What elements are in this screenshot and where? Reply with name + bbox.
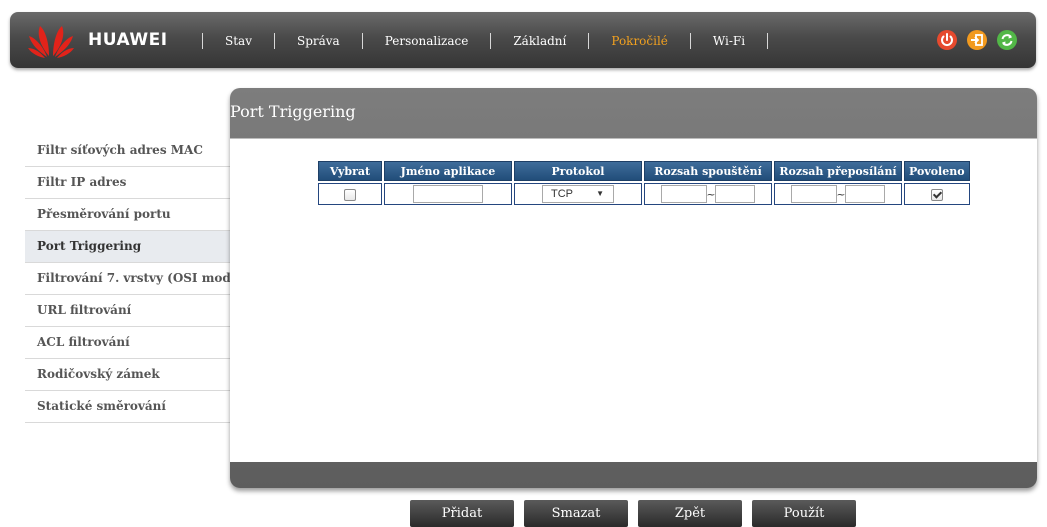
enabled-cell [904,183,970,205]
dropdown-arrow-icon: ▼ [596,189,604,198]
forward-end-input[interactable] [844,185,885,203]
sidebar-item-port-triggering[interactable]: Port Triggering [25,231,231,263]
sidebar-item-layer7-filter[interactable]: Filtrování 7. vrstvy (OSI modelu) [25,263,231,295]
top-bar: HUAWEI Stav Správa Personalizace Základn… [10,12,1036,68]
column-header-select: Vybrat [318,161,382,181]
sidebar-item-acl-filter[interactable]: ACL filtrování [25,327,231,359]
trigger-start-input[interactable] [661,185,708,203]
sidebar-item-parental-lock[interactable]: Rodičovský zámek [25,359,231,391]
app-name-input[interactable] [413,185,483,203]
power-icon[interactable] [936,29,958,51]
add-button[interactable]: Přidat [410,500,514,527]
nav-item-personalizace[interactable]: Personalizace [363,34,491,48]
protocol-cell: TCP ▼ [514,183,642,205]
back-button[interactable]: Zpět [638,500,742,527]
protocol-value: TCP [551,188,573,200]
main-panel: Port Triggering Vybrat Jméno aplikace Pr… [230,88,1037,488]
column-header-app-name: Jméno aplikace [384,161,512,181]
trigger-range-cell: ~ [644,183,772,205]
select-checkbox[interactable] [344,188,356,201]
nav-item-wifi[interactable]: Wi-Fi [691,34,767,48]
column-header-trigger-range: Rozsah spouštění [644,161,772,181]
delete-button[interactable]: Smazat [524,500,628,527]
nav-item-zakladni[interactable]: Základní [491,34,588,48]
table-row: TCP ▼ ~ ~ [318,183,970,205]
main-nav: Stav Správa Personalizace Základní Pokro… [202,32,769,50]
nav-item-sprava[interactable]: Správa [275,34,362,48]
top-icons [936,29,1018,51]
nav-separator [767,33,769,49]
brand-name: HUAWEI [88,30,168,50]
huawei-logo [28,26,74,58]
protocol-select[interactable]: TCP ▼ [542,185,614,203]
refresh-icon[interactable] [996,29,1018,51]
trigger-end-input[interactable] [714,185,755,203]
logout-icon[interactable] [966,29,988,51]
column-header-enabled: Povoleno [904,161,970,181]
sidebar-item-static-routing[interactable]: Statické směrování [25,391,231,423]
sidebar-item-mac-filter[interactable]: Filtr síťových adres MAC [25,135,231,167]
forward-start-input[interactable] [791,185,838,203]
port-triggering-table: Vybrat Jméno aplikace Protokol Rozsah sp… [316,159,972,207]
panel-body: Vybrat Jméno aplikace Protokol Rozsah sp… [230,138,1037,462]
sidebar-item-ip-filter[interactable]: Filtr IP adres [25,167,231,199]
app-name-cell [384,183,512,205]
sidebar-item-url-filter[interactable]: URL filtrování [25,295,231,327]
sidebar-item-port-forwarding[interactable]: Přesměrování portu [25,199,231,231]
enabled-checkbox[interactable] [930,188,943,201]
apply-button[interactable]: Použít [752,500,856,527]
nav-item-pokrocile[interactable]: Pokročilé [589,34,690,48]
column-header-protocol: Protokol [514,161,642,181]
column-header-forward-range: Rozsah přeposílání [774,161,902,181]
action-buttons: Přidat Smazat Zpět Použít [410,500,856,527]
select-cell [318,183,382,205]
nav-item-stav[interactable]: Stav [203,34,274,48]
sidebar: Filtr síťových adres MAC Filtr IP adres … [25,135,231,423]
panel-title: Port Triggering [230,102,356,121]
forward-range-cell: ~ [774,183,902,205]
